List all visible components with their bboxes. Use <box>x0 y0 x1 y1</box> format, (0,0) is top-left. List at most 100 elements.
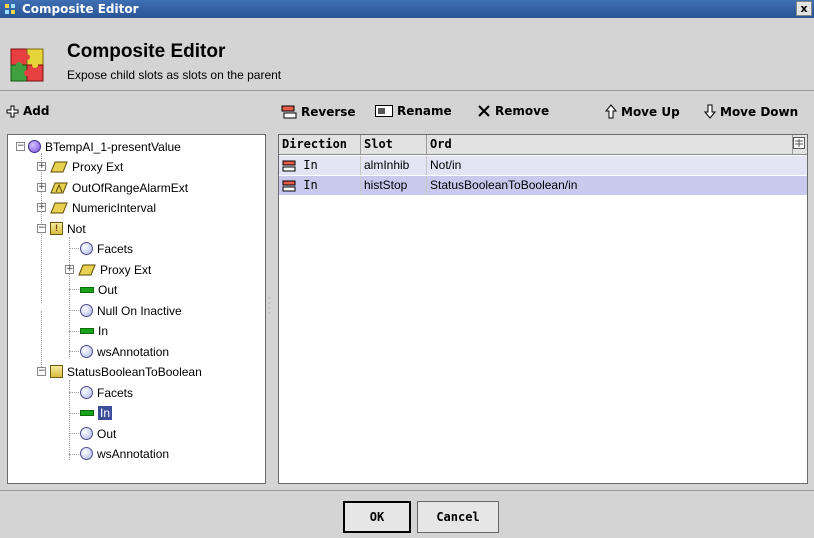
expand-toggle[interactable]: + <box>65 265 74 274</box>
puzzle-icon <box>10 48 44 82</box>
tree-node-root[interactable]: BTempAI_1-presentValue <box>28 137 181 156</box>
expand-toggle[interactable]: + <box>37 203 46 212</box>
direction-cell: In <box>279 176 361 195</box>
remove-label: Remove <box>495 104 550 118</box>
remove-icon <box>478 105 490 117</box>
tree-node-label: Facets <box>97 241 134 256</box>
ord-cell: Not/in <box>430 158 462 172</box>
tree-node-label: Proxy Ext <box>72 159 124 174</box>
dialog-subtitle: Expose child slots as slots on the paren… <box>67 68 282 82</box>
table-row[interactable]: In histStop StatusBooleanToBoolean/in <box>279 176 807 195</box>
cancel-button[interactable]: Cancel <box>417 501 499 533</box>
tree-node-in-selected[interactable]: In <box>80 403 113 422</box>
exposed-slots-table[interactable]: Direction Slot Ord In almInhib Not/in In… <box>278 134 808 484</box>
column-header-slot[interactable]: Slot <box>361 135 427 154</box>
component-icon <box>28 140 41 153</box>
rename-icon <box>375 105 393 117</box>
tree-node-label: In <box>98 323 109 338</box>
tree-node-out[interactable]: Out <box>80 280 117 299</box>
slot-cell: histStop <box>361 176 427 195</box>
move-up-label: Move Up <box>621 104 680 119</box>
conversion-block-icon <box>50 365 63 378</box>
tree-node-label: Out <box>98 282 118 297</box>
tree-node-null-on-inactive[interactable]: Null On Inactive <box>80 301 182 320</box>
tree-node-label: Out <box>97 426 117 441</box>
not-block-icon: ! <box>50 222 63 235</box>
alarm-ext-icon <box>50 182 68 193</box>
collapse-toggle[interactable]: − <box>37 224 46 233</box>
composite-icon <box>5 4 15 14</box>
add-label: Add <box>23 104 50 118</box>
tree-node-proxy-ext-2[interactable]: Proxy Ext <box>78 260 151 279</box>
status-slot-icon <box>80 409 94 416</box>
tree-node-label: In <box>98 405 113 420</box>
direction-label: In <box>303 178 318 192</box>
tree-node-proxy-ext[interactable]: Proxy Ext <box>50 157 123 176</box>
ord-cell: StatusBooleanToBoolean/in <box>430 178 578 192</box>
status-slot-icon <box>80 327 94 334</box>
reverse-label: Reverse <box>301 105 356 119</box>
tree-node-label: StatusBooleanToBoolean <box>67 364 202 379</box>
tree-node-out-2[interactable]: Out <box>80 424 116 443</box>
slot-icon <box>80 242 93 255</box>
slot-icon <box>80 427 93 440</box>
tree-node-facets-2[interactable]: Facets <box>80 383 133 402</box>
expand-toggle[interactable]: + <box>37 162 46 171</box>
direction-cell: In <box>279 156 361 175</box>
direction-in-icon <box>282 160 296 171</box>
slot-icon <box>80 447 93 460</box>
slot-icon <box>80 345 93 358</box>
window-title-bar: Composite Editor x <box>0 0 814 18</box>
rename-button[interactable]: Rename <box>375 104 452 118</box>
remove-button[interactable]: Remove <box>477 104 549 118</box>
splitter-handle[interactable]: · · · · <box>268 295 272 318</box>
tree-node-out-of-range-alarm-ext[interactable]: OutOfRangeAlarmExt <box>50 178 188 197</box>
tree-node-label: NumericInterval <box>72 200 157 215</box>
collapse-toggle[interactable]: − <box>37 367 46 376</box>
table-header: Direction Slot Ord <box>279 135 807 155</box>
table-row[interactable]: In almInhib Not/in <box>279 156 807 175</box>
tree-node-label: Proxy Ext <box>100 262 152 277</box>
tree-node-numeric-interval[interactable]: NumericInterval <box>50 198 156 217</box>
add-button[interactable]: Add <box>6 104 49 118</box>
rename-label: Rename <box>397 104 452 118</box>
proxy-ext-icon <box>50 161 68 172</box>
interval-ext-icon <box>50 202 68 213</box>
slot-icon <box>80 386 93 399</box>
arrow-up-icon <box>605 104 617 119</box>
tree-node-label: wsAnnotation <box>97 446 170 461</box>
tree-node-ws-annotation-2[interactable]: wsAnnotation <box>80 444 169 463</box>
direction-label: In <box>303 158 318 172</box>
dialog-title: Composite Editor <box>67 41 226 62</box>
direction-in-icon <box>282 180 296 191</box>
footer-divider <box>0 490 814 491</box>
tree-node-label: OutOfRangeAlarmExt <box>72 180 189 195</box>
column-chooser-icon[interactable] <box>793 137 807 151</box>
status-slot-icon <box>80 286 94 293</box>
column-header-direction[interactable]: Direction <box>279 135 361 154</box>
ok-button[interactable]: OK <box>343 501 411 533</box>
slot-cell: almInhib <box>361 156 427 175</box>
arrow-down-icon <box>704 104 716 119</box>
tree-node-in[interactable]: In <box>80 321 108 340</box>
tree-node-facets[interactable]: Facets <box>80 239 133 258</box>
move-down-label: Move Down <box>720 104 799 119</box>
dialog-header: Composite Editor Expose child slots as s… <box>0 18 814 91</box>
reverse-icon <box>281 105 297 119</box>
expand-toggle[interactable]: + <box>37 183 46 192</box>
move-down-button[interactable]: Move Down <box>704 104 798 119</box>
tree-node-status-boolean-to-boolean[interactable]: StatusBooleanToBoolean <box>50 362 202 381</box>
tree-node-label: Not <box>67 221 86 236</box>
tree-node-ws-annotation[interactable]: wsAnnotation <box>80 342 169 361</box>
tree-node-not[interactable]: ! Not <box>50 219 86 238</box>
tree-node-label: wsAnnotation <box>97 344 170 359</box>
reverse-button[interactable]: Reverse <box>281 104 356 120</box>
close-icon: x <box>800 2 808 15</box>
column-header-ord[interactable]: Ord <box>427 135 793 154</box>
tree-node-label: BTempAI_1-presentValue <box>45 139 181 154</box>
slot-tree[interactable]: − BTempAI_1-presentValue + Proxy Ext + O… <box>7 134 266 484</box>
collapse-toggle[interactable]: − <box>16 142 25 151</box>
tree-node-label: Facets <box>97 385 134 400</box>
close-button[interactable]: x <box>796 1 812 16</box>
move-up-button[interactable]: Move Up <box>605 104 680 119</box>
